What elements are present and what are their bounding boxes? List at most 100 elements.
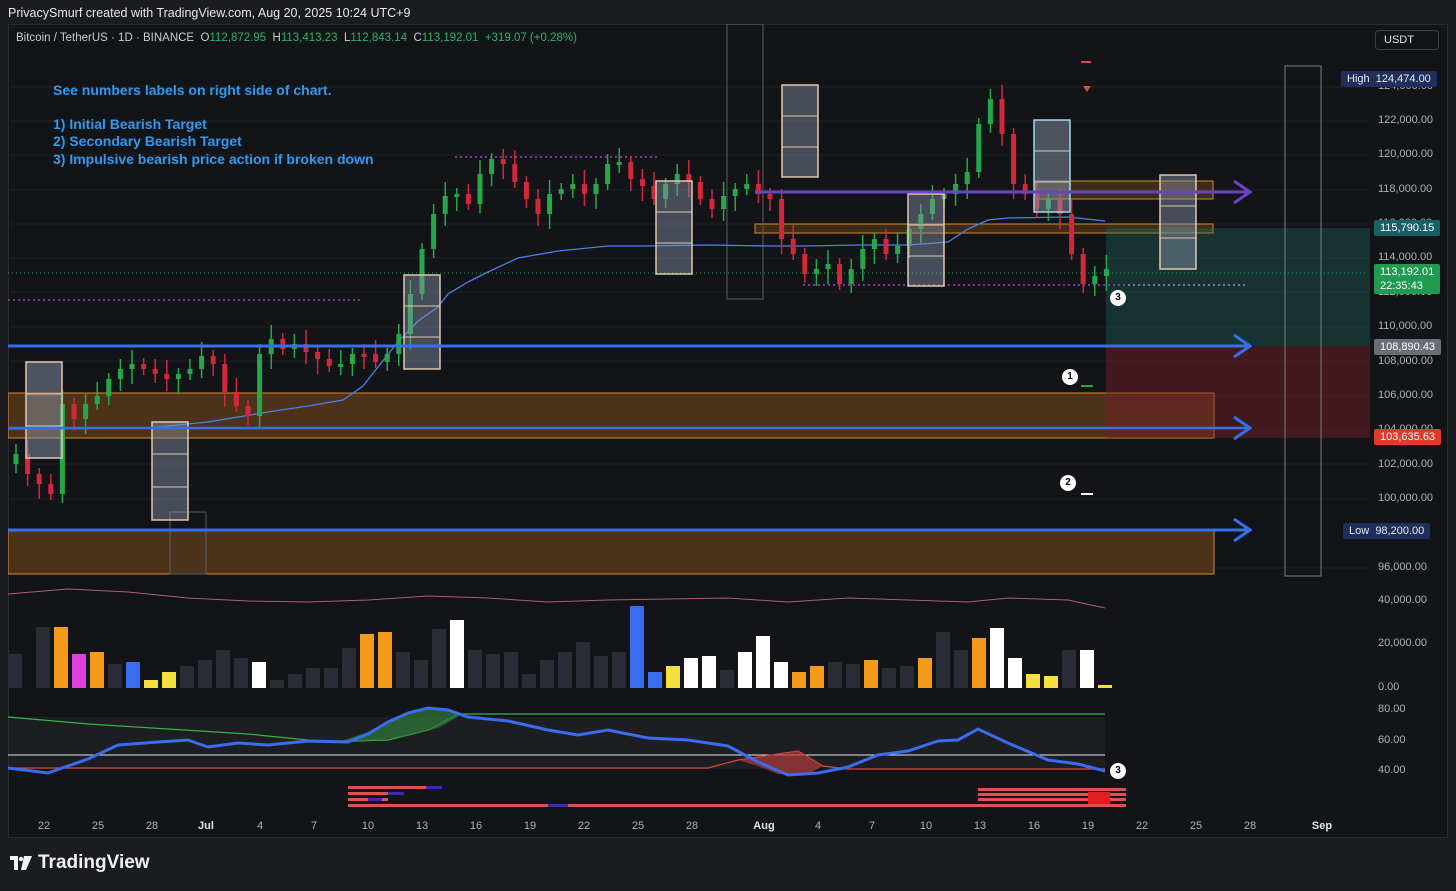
candle-body	[222, 364, 228, 392]
candle-body	[860, 249, 866, 269]
candle-body	[199, 356, 205, 369]
candle-body	[837, 264, 843, 284]
price-label: 100,000.00	[1378, 492, 1434, 504]
candle-body	[605, 164, 611, 184]
price-label: 108,000.00	[1378, 355, 1434, 367]
candle-body	[454, 194, 460, 197]
down-triangle-icon	[1083, 86, 1091, 92]
last-price-tag: 113,192.01 22:35:43	[1374, 264, 1441, 294]
osc-band	[8, 717, 1105, 769]
candle-body	[1103, 269, 1109, 276]
candle-body	[895, 246, 901, 254]
time-label: 4	[256, 820, 264, 832]
time-label: 28	[145, 820, 159, 832]
candle-body	[326, 359, 332, 366]
time-label: 19	[523, 820, 537, 832]
volume-label: 0.00	[1378, 681, 1400, 693]
candle-body	[767, 194, 773, 199]
price-label: 118,000.00	[1378, 183, 1433, 195]
candle-body	[164, 374, 170, 379]
time-label: 4	[814, 820, 822, 832]
price-tag-103635: 103,635.63	[1374, 429, 1442, 445]
candle-body	[442, 196, 448, 214]
stop-area	[1106, 346, 1370, 438]
osc-label: 60.00	[1378, 734, 1406, 746]
candle-body	[396, 334, 402, 354]
candle-body	[315, 352, 321, 359]
candle-body	[83, 404, 89, 419]
candle-body	[883, 239, 889, 254]
currency-button[interactable]: USDT	[1375, 30, 1439, 50]
time-label: 22	[577, 820, 591, 832]
time-label: 19	[1081, 820, 1095, 832]
candle-body	[825, 264, 831, 269]
demand-zone-upper	[8, 392, 1215, 439]
candle-body	[999, 99, 1005, 134]
volume-ma	[8, 588, 1106, 609]
candle-body	[744, 184, 750, 189]
symbol-name: Bitcoin / TetherUS · 1D · BINANCE	[16, 32, 195, 44]
high-tag: High 124,474.00	[1341, 71, 1437, 87]
candle-body	[210, 356, 216, 364]
time-label: Jul	[198, 820, 214, 832]
candle-body	[628, 162, 634, 179]
open-value: 112,872.95	[209, 32, 267, 44]
candle-body	[1092, 276, 1098, 284]
price-label: 120,000.00	[1378, 148, 1434, 160]
target-area	[1106, 228, 1370, 346]
candle-body	[616, 162, 622, 165]
annotation-line-4: 3) Impulsive bearish price action if bro…	[53, 151, 374, 167]
time-label: 25	[1189, 820, 1203, 832]
candle-body	[570, 184, 576, 189]
time-label: 16	[1027, 820, 1041, 832]
time-label: 16	[469, 820, 483, 832]
osc-label: 80.00	[1378, 703, 1406, 715]
change-value: +319.07 (+0.28%)	[484, 32, 577, 44]
candle-body	[790, 239, 796, 254]
candle-body	[257, 354, 263, 416]
chart-credit: PrivacySmurf created with TradingView.co…	[8, 6, 411, 20]
candle-body	[1011, 134, 1017, 184]
time-label: 22	[37, 820, 51, 832]
candle-body	[48, 484, 54, 494]
marker-3-osc-badge: 3	[1110, 763, 1126, 779]
close-value: 113,192.01	[421, 32, 479, 44]
candle-body	[489, 159, 495, 174]
time-label: 13	[973, 820, 987, 832]
marker-1-tick	[1081, 385, 1093, 387]
osc-label: 40.00	[1378, 764, 1406, 776]
time-label: 22	[1135, 820, 1149, 832]
time-label: 10	[361, 820, 375, 832]
candle-body	[13, 454, 19, 464]
candle-body	[431, 214, 437, 249]
candle-body	[1069, 214, 1075, 254]
candle-body	[349, 354, 355, 364]
time-label: Aug	[753, 820, 775, 832]
candle-body	[245, 406, 251, 416]
candle-body	[141, 364, 147, 369]
candle-body	[152, 369, 158, 374]
time-label: 25	[631, 820, 645, 832]
candle-body	[523, 182, 529, 199]
tradingview-logo-icon	[10, 856, 32, 870]
time-label: 7	[868, 820, 876, 832]
time-label: 25	[91, 820, 105, 832]
volume-label: 40,000.00	[1378, 594, 1427, 606]
tradingview-logo[interactable]: TradingView	[10, 852, 150, 874]
candle-body	[558, 189, 564, 194]
candle-body	[976, 124, 982, 172]
candle-body	[384, 354, 390, 362]
annotation-line-1: See numbers labels on right side of char…	[53, 82, 332, 98]
candle-body	[964, 172, 970, 184]
candle-body	[477, 174, 483, 204]
price-label: 102,000.00	[1378, 458, 1434, 470]
volume-label: 20,000.00	[1378, 637, 1427, 649]
marker-2-badge: 2	[1060, 475, 1076, 491]
demand-zone-lower	[8, 529, 1215, 575]
candle-body	[106, 379, 112, 396]
time-label: 13	[415, 820, 429, 832]
candle-body	[361, 354, 367, 357]
price-label: 96,000.00	[1378, 561, 1427, 573]
price-label: 106,000.00	[1378, 389, 1434, 401]
time-label: 28	[685, 820, 699, 832]
